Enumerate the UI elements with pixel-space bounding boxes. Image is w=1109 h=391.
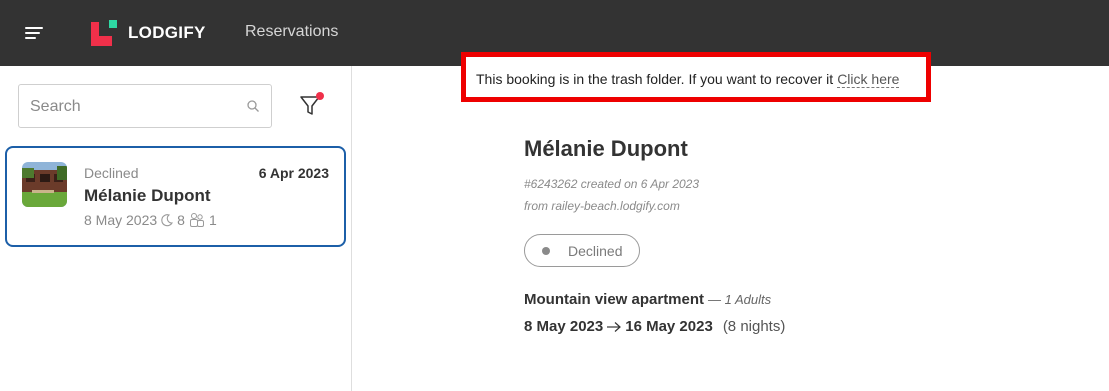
guests-icon xyxy=(189,213,204,227)
recover-link[interactable]: Click here xyxy=(837,71,900,88)
booking-source: from railey-beach.lodgify.com xyxy=(524,199,680,213)
status-badge: Declined xyxy=(524,234,640,267)
booking-list-item[interactable]: Declined 6 Apr 2023 Mélanie Dupont 8 May… xyxy=(5,146,346,247)
hamburger-menu-icon[interactable] xyxy=(25,27,43,40)
booking-list-sidebar: Declined 6 Apr 2023 Mélanie Dupont 8 May… xyxy=(0,66,352,391)
status-label: Declined xyxy=(568,243,623,259)
trash-notice: This booking is in the trash folder. If … xyxy=(476,71,900,88)
filter-icon[interactable] xyxy=(298,90,326,118)
booking-reference: #6243262 created on 6 Apr 2023 xyxy=(524,177,700,191)
property-line: Mountain view apartment — 1 Adults xyxy=(524,291,771,308)
search-icon[interactable] xyxy=(246,99,260,113)
guest-name: Mélanie Dupont xyxy=(84,186,211,205)
moon-icon xyxy=(161,214,174,227)
checkin-date: 8 May 2023 xyxy=(84,212,158,228)
trash-notice-text: This booking is in the trash folder. If … xyxy=(476,71,834,87)
booking-detail: This booking is in the trash folder. If … xyxy=(353,52,1109,391)
search-input[interactable] xyxy=(30,96,230,118)
brand-name: LODGIFY xyxy=(128,23,206,42)
guests-count: 1 xyxy=(208,212,217,228)
detail-guest-name: Mélanie Dupont xyxy=(524,136,688,161)
status-dot-icon xyxy=(542,247,550,255)
search-box[interactable] xyxy=(18,84,272,128)
booking-meta: 8 May 2023 8 1 xyxy=(84,212,217,228)
arrow-right-icon xyxy=(607,321,622,332)
checkout-date: 16 May 2023 xyxy=(625,318,713,335)
property-thumbnail xyxy=(22,162,67,207)
booking-status: Declined xyxy=(84,165,139,181)
booking-created-date: 6 Apr 2023 xyxy=(258,165,329,181)
nav-reservations[interactable]: Reservations xyxy=(245,23,338,41)
lodgify-logo-icon xyxy=(91,20,117,46)
nights-count: 8 xyxy=(177,212,185,228)
property-name: Mountain view apartment xyxy=(524,291,705,308)
nights-label: (8 nights) xyxy=(722,318,786,335)
stay-dates: 8 May 2023 16 May 2023 (8 nights) xyxy=(524,318,785,335)
trash-notice-banner: This booking is in the trash folder. If … xyxy=(461,52,931,102)
guests-note: — 1 Adults xyxy=(708,292,772,307)
checkin-date: 8 May 2023 xyxy=(524,318,604,335)
